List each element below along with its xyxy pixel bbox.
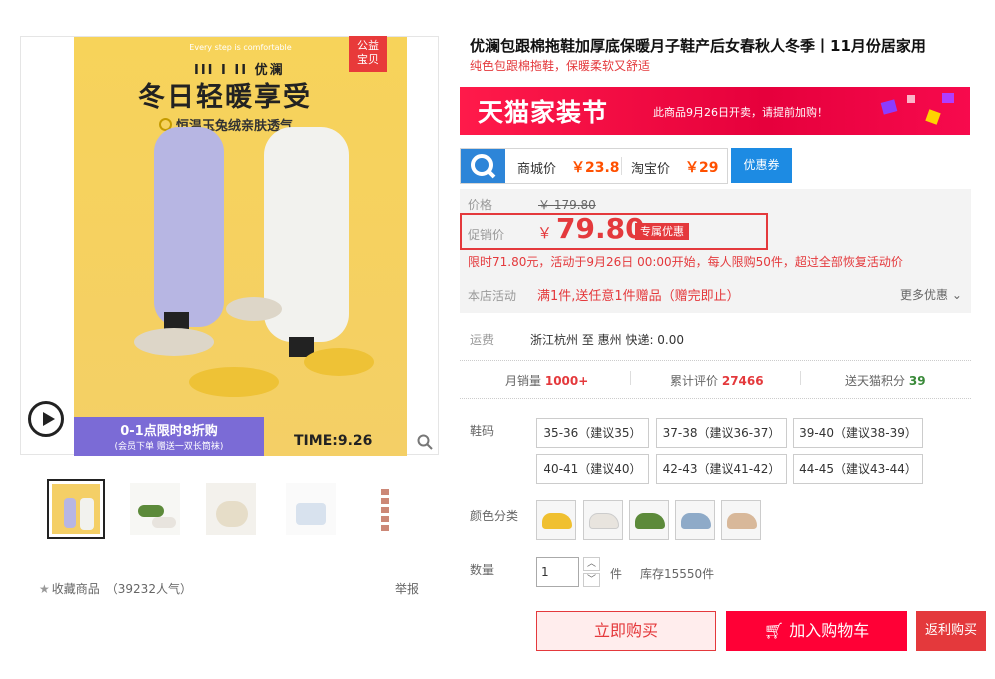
color-swatch-blue[interactable]: [675, 500, 715, 540]
play-video-icon[interactable]: [28, 401, 64, 437]
photo-promo-strip: 0-1点限时8折购 (会员下单 赠送一双长筒袜): [74, 417, 264, 456]
charity-badge: 公益 宝贝: [349, 36, 387, 72]
taobao-price-label: 淘宝价: [631, 162, 671, 177]
stat-divider: [800, 371, 801, 385]
promo-currency: ￥: [537, 224, 553, 242]
quantity-down-icon[interactable]: ﹀: [583, 573, 600, 587]
star-icon: ★: [39, 582, 50, 596]
activity-label: 本店活动: [468, 289, 517, 303]
tmall-home-festival-banner[interactable]: 天猫家装节 此商品9月26日开卖，请提前加购！: [460, 87, 970, 135]
quantity-input[interactable]: 1: [536, 557, 579, 587]
quantity-label: 数量: [470, 563, 495, 577]
coupon-button[interactable]: 优惠券: [731, 148, 792, 183]
total-reviews[interactable]: 累计评价 27466: [670, 372, 764, 389]
thumbnail-5[interactable]: [357, 479, 415, 539]
thumbnail-3[interactable]: [202, 479, 260, 539]
rebate-buy-button[interactable]: 返利购买: [916, 611, 986, 651]
limited-time-note: 限时71.80元，活动于9月26日 00:00开始，每人限购50件，超过全部恢复…: [468, 255, 903, 269]
photo-promo-line2: (会员下单 赠送一双长筒袜): [114, 442, 224, 452]
chevron-down-icon: ⌄: [948, 288, 962, 302]
size-option[interactable]: 44-45（建议43-44）: [793, 454, 923, 484]
orig-price-value: ￥ 179.80: [538, 198, 596, 212]
promo-price: ￥ 79.80: [537, 212, 645, 245]
size-label: 鞋码: [470, 424, 495, 438]
quantity-unit: 件: [610, 567, 623, 581]
compare-divider: [621, 157, 622, 175]
size-option[interactable]: 37-38（建议36-37）: [656, 418, 787, 448]
banner-brand: 天猫家装节: [478, 98, 609, 127]
add-to-cart-label: 加入购物车: [789, 621, 870, 640]
monthly-sales: 月销量 1000+: [505, 372, 588, 389]
gift-boxes-decoration: [880, 93, 954, 125]
color-swatch-green[interactable]: [629, 500, 669, 540]
mall-price-label: 商城价: [517, 162, 557, 177]
points-value: 39: [908, 374, 926, 388]
reviews-value: 27466: [721, 374, 764, 388]
photo-promo-line1: 0-1点限时8折购: [120, 424, 218, 439]
activity-value: 满1件,送任意1件赠品（赠完即止）: [537, 289, 740, 304]
points-label: 送天猫积分: [845, 374, 906, 388]
favorite-count: （39232人气）: [105, 582, 192, 596]
report-link[interactable]: 举报: [395, 580, 419, 597]
divider: [460, 360, 971, 361]
add-to-cart-button[interactable]: 🛒︎ 加入购物车: [726, 611, 907, 651]
charity-badge-text: 公益 宝贝: [357, 39, 379, 66]
color-label: 颜色分类: [470, 509, 519, 523]
exclusive-offer-tag: 专属优惠: [635, 223, 689, 240]
favorite-link[interactable]: ★ 收藏商品 （39232人气）: [39, 580, 192, 597]
sales-value: 1000+: [544, 374, 589, 388]
promo-price-label: 促销价: [468, 228, 505, 242]
taobao-price-value: ￥29: [685, 160, 719, 176]
color-swatch-white[interactable]: [583, 500, 623, 540]
size-option[interactable]: 40-41（建议40）: [536, 454, 649, 484]
orig-price-label: 价格: [468, 198, 493, 212]
reviews-label: 累计评价: [670, 374, 719, 388]
divider: [460, 398, 971, 399]
sales-label: 月销量: [505, 374, 542, 388]
more-offers-label: 更多优惠: [900, 288, 949, 302]
color-swatch-khaki[interactable]: [721, 500, 761, 540]
stat-divider: [630, 371, 631, 385]
mall-price-value: ￥23.8: [571, 160, 620, 176]
tmall-points: 送天猫积分 39: [845, 372, 926, 389]
banner-text: 此商品9月26日开卖，请提前加购！: [653, 106, 828, 119]
thumbnail-4[interactable]: [282, 479, 340, 539]
main-product-image[interactable]: Every step is comfortable III I II 优澜 冬日…: [20, 36, 439, 456]
price-compare-bar: 商城价 ￥23.8 淘宝价 ￥29: [460, 148, 728, 184]
shipping-value[interactable]: 浙江杭州 至 惠州 快递: 0.00: [530, 331, 684, 348]
thumbnail-2[interactable]: [126, 479, 184, 539]
size-option[interactable]: 39-40（建议38-39）: [793, 418, 923, 448]
zoom-icon[interactable]: [417, 434, 433, 450]
model-legs-illustration: [134, 127, 374, 397]
photo-time: TIME:9.26: [294, 433, 373, 449]
product-subtitle: 纯色包跟棉拖鞋，保暖柔软又舒适: [470, 59, 651, 73]
thumbnail-1[interactable]: [47, 479, 105, 539]
color-swatch-yellow[interactable]: [536, 500, 576, 540]
cart-icon: 🛒︎: [763, 621, 785, 640]
quantity-up-icon[interactable]: ︿: [583, 557, 600, 571]
promo-price-value: 79.80: [556, 212, 645, 245]
size-option[interactable]: 42-43（建议41-42）: [656, 454, 787, 484]
buy-now-button[interactable]: 立即购买: [536, 611, 716, 651]
more-offers-link[interactable]: 更多优惠 ⌄: [900, 286, 962, 303]
product-title: 优澜包跟棉拖鞋加厚底保暖月子鞋产后女春秋人冬季丨11月份居家用: [470, 37, 926, 55]
size-option[interactable]: 35-36（建议35）: [536, 418, 649, 448]
product-photo: Every step is comfortable III I II 优澜 冬日…: [74, 37, 407, 456]
shipping-label: 运费: [470, 333, 495, 347]
favorite-label: 收藏商品: [51, 582, 100, 596]
compare-q-icon: [461, 149, 505, 183]
stock-count: 库存15550件: [640, 567, 715, 581]
